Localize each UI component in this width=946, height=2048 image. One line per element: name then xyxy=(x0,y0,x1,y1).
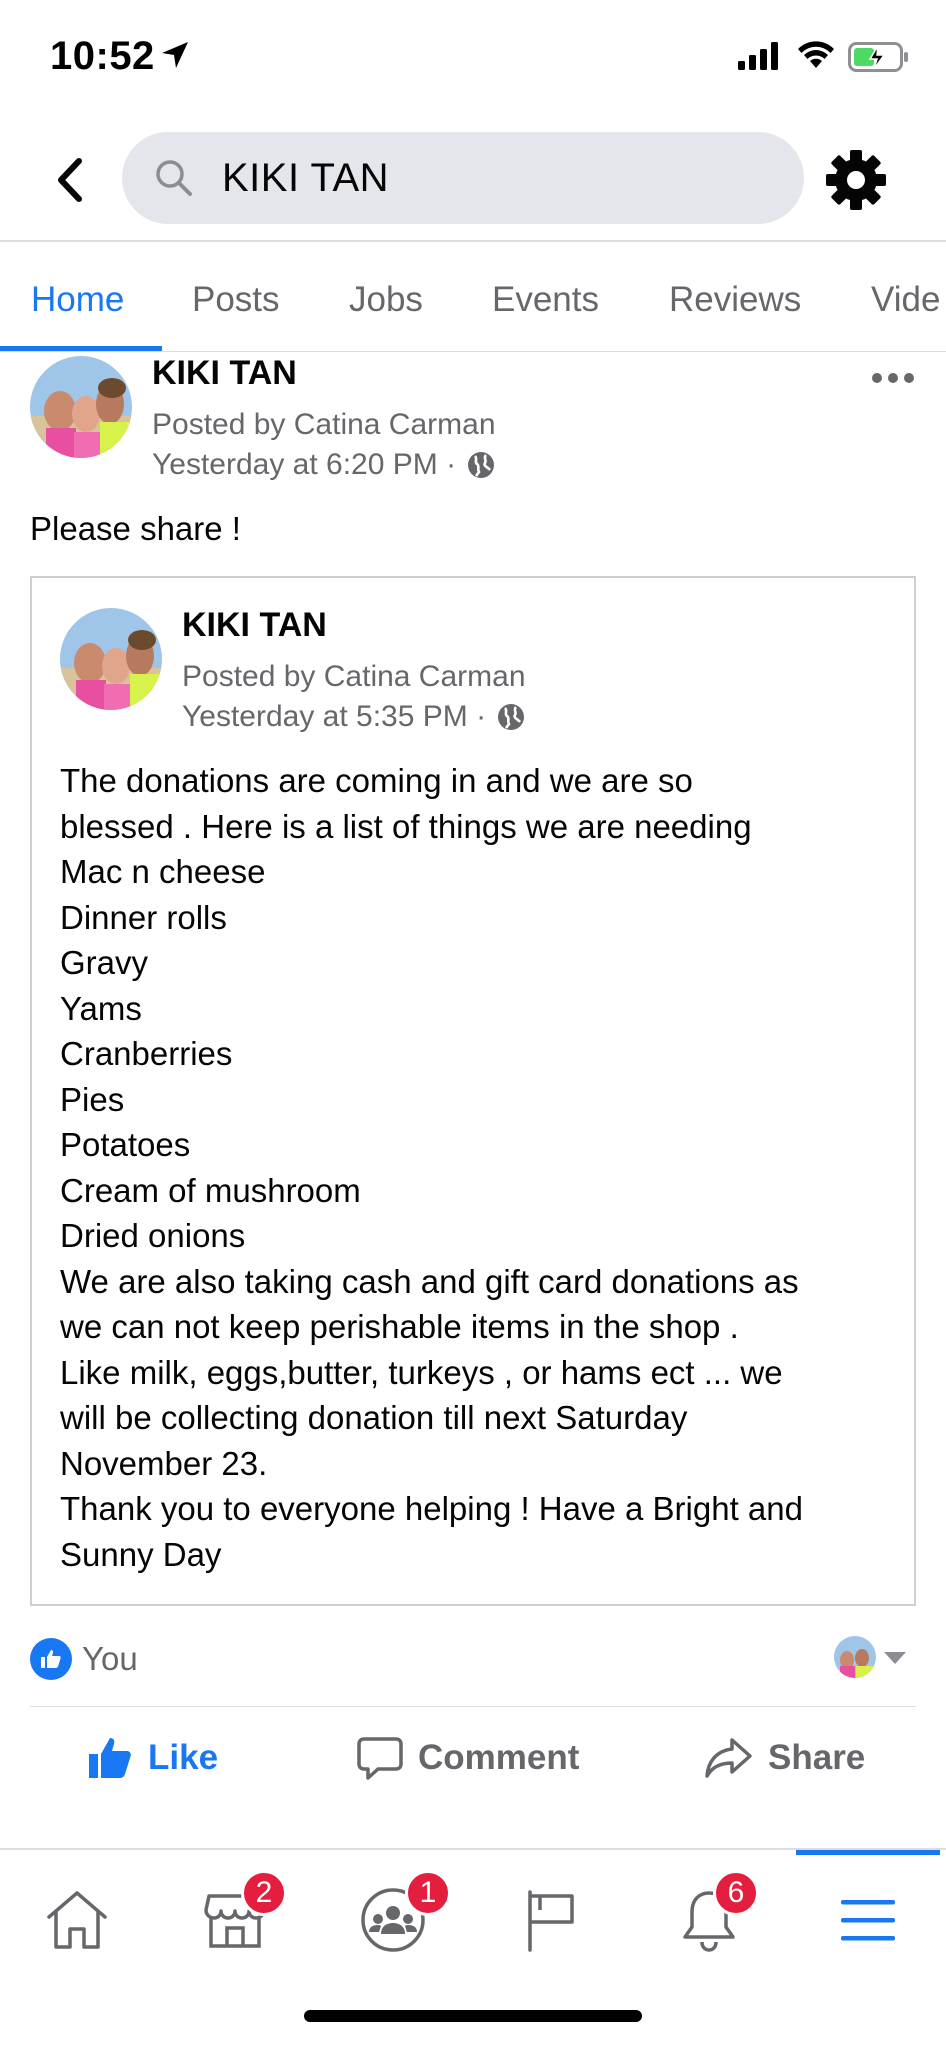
thumbs-up-icon xyxy=(89,1738,131,1778)
shared-text-line: will be collecting donation till next Sa… xyxy=(60,1399,688,1436)
share-button[interactable]: Share xyxy=(704,1734,865,1782)
nav-marketplace[interactable]: 2 xyxy=(185,1870,287,1970)
comment-icon xyxy=(357,1737,403,1780)
search-icon xyxy=(152,156,196,200)
tab-posts[interactable]: Posts xyxy=(192,280,280,320)
shared-author-avatar[interactable] xyxy=(60,608,162,710)
shared-text-line: Sunny Day xyxy=(60,1535,222,1573)
settings-button[interactable] xyxy=(822,146,890,214)
page-tabs: Home Posts Jobs Events Reviews Vide xyxy=(0,242,946,352)
comment-label: Comment xyxy=(418,1738,580,1777)
flag-icon xyxy=(528,1890,574,1952)
shared-text-line: Mac n cheese xyxy=(60,853,266,890)
shared-text-line: The donations are coming in and we are s… xyxy=(60,762,693,799)
search-query: KIKI TAN xyxy=(222,155,390,200)
post-timestamp[interactable]: Yesterday at 6:20 PM · xyxy=(152,448,456,482)
share-icon xyxy=(705,1738,752,1778)
shared-post[interactable]: KIKI TAN Posted by Catina Carman Yesterd… xyxy=(30,576,916,1606)
back-button[interactable] xyxy=(48,154,92,206)
reactions-summary[interactable]: You xyxy=(30,1630,916,1690)
active-tab-indicator xyxy=(0,346,162,351)
reactor-avatar[interactable] xyxy=(834,1636,876,1678)
hamburger-menu-icon xyxy=(841,1900,895,1941)
status-time: 10:52 xyxy=(50,34,155,78)
post-author-name[interactable]: KIKI TAN xyxy=(152,354,297,393)
share-label: Share xyxy=(768,1738,866,1777)
tab-jobs[interactable]: Jobs xyxy=(349,280,423,320)
active-nav-indicator xyxy=(796,1850,940,1855)
status-bar: 10:52 xyxy=(0,0,946,118)
like-label: Like xyxy=(148,1738,219,1777)
shared-text-line: Thank you to everyone helping ! Have a B… xyxy=(60,1490,803,1527)
more-dot xyxy=(904,373,914,383)
globe-icon xyxy=(498,704,525,730)
tab-events[interactable]: Events xyxy=(492,280,599,320)
groups-badge: 1 xyxy=(405,1870,451,1916)
chevron-down-icon[interactable] xyxy=(884,1652,906,1664)
shared-timestamp[interactable]: Yesterday at 5:35 PM · xyxy=(182,700,486,734)
nav-menu[interactable] xyxy=(818,1870,918,1970)
shared-text-line: Cream of mushroom xyxy=(60,1171,361,1209)
shared-text-line: Dried onions xyxy=(60,1217,246,1254)
shared-text-line: Potatoes xyxy=(60,1126,191,1163)
post-text: Please share ! xyxy=(30,510,241,547)
nav-groups[interactable]: 1 xyxy=(343,1870,451,1970)
home-icon xyxy=(47,1891,107,1949)
shared-post-body: The donations are coming in and we are s… xyxy=(60,758,900,1577)
more-dot xyxy=(888,373,898,383)
bottom-navigation: 2 1 6 xyxy=(0,1850,946,1990)
chevron-left-icon xyxy=(58,158,82,202)
shared-text-line: we can not keep perishable items in the … xyxy=(60,1308,739,1345)
marketplace-badge: 2 xyxy=(241,1870,287,1916)
cellular-signal-icon xyxy=(738,42,778,70)
battery-charging-icon xyxy=(848,42,908,72)
nav-pages[interactable] xyxy=(500,1870,600,1970)
nav-home[interactable] xyxy=(27,1870,127,1970)
more-dot xyxy=(872,373,882,383)
shared-text-line: blessed . Here is a list of things we ar… xyxy=(60,807,752,845)
location-arrow-icon xyxy=(162,42,188,68)
post-author-avatar[interactable] xyxy=(30,356,132,458)
shared-text-line: We are also taking cash and gift card do… xyxy=(60,1262,799,1300)
shared-text-line: Dinner rolls xyxy=(60,898,227,936)
post-posted-by[interactable]: Posted by Catina Carman xyxy=(152,408,496,442)
shared-text-line: November 23. xyxy=(60,1444,268,1482)
post-actions: Like Comment Share xyxy=(0,1720,946,1800)
shared-posted-by[interactable]: Posted by Catina Carman xyxy=(182,660,526,694)
shared-text-line: Gravy xyxy=(60,944,149,981)
gear-icon xyxy=(826,150,886,210)
post-meta: Yesterday at 6:20 PM · xyxy=(152,448,496,482)
tab-videos[interactable]: Vide xyxy=(871,280,940,320)
shared-text-line: Cranberries xyxy=(60,1035,233,1072)
tab-reviews[interactable]: Reviews xyxy=(669,280,801,320)
shared-text-line: Pies xyxy=(60,1080,125,1118)
nav-notifications[interactable]: 6 xyxy=(659,1870,759,1970)
tab-home[interactable]: Home xyxy=(31,280,124,320)
shared-text-line: Yams xyxy=(60,989,142,1027)
shared-author-name[interactable]: KIKI TAN xyxy=(182,606,327,645)
notifications-badge: 6 xyxy=(713,1870,759,1916)
like-button[interactable]: Like xyxy=(86,1734,218,1782)
globe-icon xyxy=(468,452,495,478)
home-indicator[interactable] xyxy=(304,2010,642,2022)
comment-button[interactable]: Comment xyxy=(356,1734,579,1782)
search-input[interactable]: KIKI TAN xyxy=(122,132,804,224)
like-reaction-icon xyxy=(30,1638,72,1680)
reactions-text: You xyxy=(82,1640,138,1677)
divider xyxy=(30,1706,916,1707)
search-header: KIKI TAN xyxy=(0,118,946,242)
shared-text-line: Like milk, eggs,butter, turkeys , or ham… xyxy=(60,1353,783,1391)
shared-meta: Yesterday at 5:35 PM · xyxy=(182,700,526,734)
post-more-options-button[interactable] xyxy=(872,368,920,388)
wifi-icon xyxy=(798,41,834,68)
